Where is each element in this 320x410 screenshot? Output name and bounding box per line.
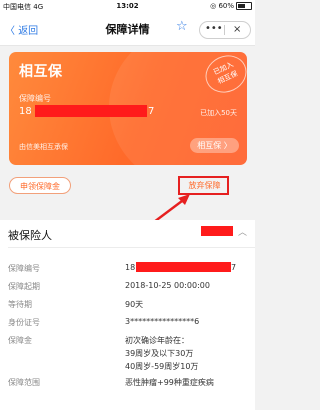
id-number-value: 3****************6 [125, 317, 200, 326]
nav-bar: 〈 返回 保障详情 ☆ ••• × [0, 13, 255, 46]
benefit-line-3: 40周岁-59周岁10万 [125, 362, 199, 371]
close-icon[interactable]: × [233, 22, 241, 37]
id-number-label: 身份证号 [8, 318, 40, 327]
section-divider [8, 247, 255, 248]
insured-section: 被保险人 ︿ 保障编号 18 7 保障起期 2018-10-25 00:00:0… [0, 220, 255, 410]
policy-number-suffix: 7 [231, 263, 237, 272]
benefit-line-2: 39周岁及以下30万 [125, 349, 194, 358]
section-title: 被保险人 [8, 229, 52, 242]
product-button[interactable]: 相互保 〉 [190, 138, 239, 153]
redaction-bar [136, 262, 231, 272]
start-date-label: 保障起期 [8, 282, 40, 291]
policy-number-label: 保障编号 [19, 94, 51, 103]
waiting-period-value: 90天 [125, 300, 144, 309]
battery-info: ◎ 60% [210, 2, 252, 10]
joined-days: 已加入50天 [200, 109, 237, 117]
chevron-up-icon[interactable]: ︿ [238, 225, 247, 238]
coverage-label: 保障范围 [8, 378, 40, 387]
policy-number-label: 保障编号 [8, 264, 40, 273]
coverage-value: 恶性肿瘤+99种重症疾病 [125, 378, 214, 387]
capsule-menu: ••• × [199, 21, 251, 39]
policy-card[interactable]: 相互保 已加入 相互保 保障编号 18 7 已加入50天 由信美相互承保 相互保… [9, 52, 247, 165]
status-bar: 中国电信 4G 13:02 ◎ 60% [0, 0, 255, 13]
redaction-bar [35, 105, 147, 117]
start-date-value: 2018-10-25 00:00:00 [125, 281, 210, 290]
claim-button[interactable]: 申领保障金 [9, 177, 71, 194]
policy-number-prefix: 18 [125, 263, 136, 272]
battery-icon [236, 2, 252, 10]
policy-number-prefix: 18 [19, 106, 32, 117]
capsule-divider [224, 25, 225, 35]
benefit-line-1: 初次确诊年龄在： [125, 336, 189, 345]
policy-number-suffix: 7 [148, 106, 155, 117]
redaction-bar [201, 226, 233, 236]
underwriter-text: 由信美相互承保 [19, 143, 68, 151]
more-icon[interactable]: ••• [205, 21, 223, 36]
benefit-label: 保障金 [8, 336, 32, 345]
star-icon[interactable]: ☆ [176, 19, 188, 34]
brand-logo: 相互保 [19, 64, 63, 80]
waiting-period-label: 等待期 [8, 300, 32, 309]
